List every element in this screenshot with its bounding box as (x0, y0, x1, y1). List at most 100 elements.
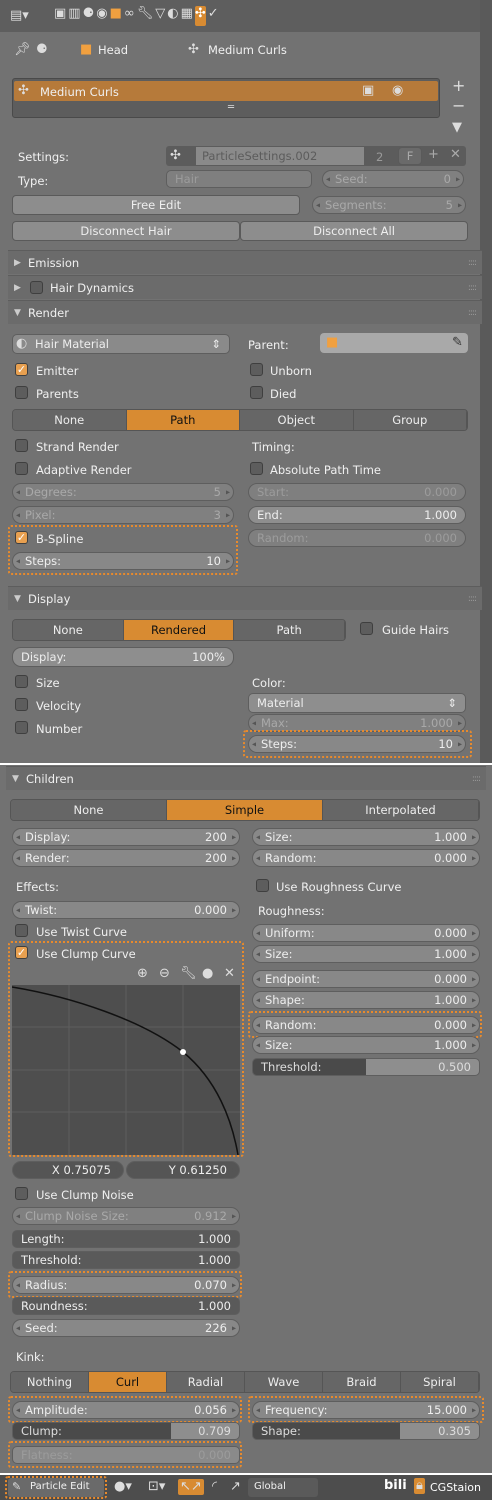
clump-length-field[interactable]: Length: 1.000 (12, 1230, 240, 1248)
modifiers-icon[interactable]: 🔧︎ (137, 6, 154, 26)
pivot-icon[interactable]: ⊡▾ (148, 1479, 165, 1495)
degrees-field[interactable]: Degrees:5 (12, 483, 234, 501)
display-mode-path[interactable]: Path (234, 620, 345, 640)
guide-hairs-checkbox[interactable] (360, 622, 373, 635)
free-edit-button[interactable]: Free Edit (12, 195, 300, 215)
chevron-down-icon[interactable]: ▼ (452, 120, 462, 136)
close-icon[interactable]: ✕ (450, 147, 461, 163)
pin-icon[interactable]: 📌︎ (14, 42, 31, 58)
strand-render-checkbox[interactable] (15, 439, 28, 452)
kink-mode-selector[interactable]: Nothing Curl Radial Wave Braid Spiral (10, 1371, 480, 1393)
roughness-size-field[interactable]: Size:1.000 (252, 1036, 480, 1054)
editor-type-icon[interactable]: ▤▾ (10, 8, 29, 24)
absolute-path-time-checkbox[interactable] (250, 462, 263, 475)
kink-clump-field[interactable]: Clump: 0.709 (12, 1422, 240, 1440)
size-checkbox[interactable] (15, 675, 28, 688)
add-icon[interactable]: + (452, 78, 465, 94)
disconnect-all-button[interactable]: Disconnect All (240, 221, 468, 241)
unborn-checkbox[interactable] (250, 363, 263, 376)
emission-panel-header[interactable]: ▶ Emission:::: (8, 250, 482, 274)
clump-threshold-field[interactable]: Threshold: 1.000 (12, 1251, 240, 1269)
kink-mode-curl[interactable]: Curl (89, 1372, 167, 1392)
kink-shape-field[interactable]: Shape: 0.305 (252, 1422, 480, 1440)
kink-mode-braid[interactable]: Braid (323, 1372, 401, 1392)
render-panel-header[interactable]: ▼ Render:::: (8, 300, 482, 324)
children-seed-field[interactable]: Seed:226 (12, 1319, 240, 1337)
material-icon[interactable]: ◐ (167, 6, 178, 26)
physics-icon[interactable]: ✓ (208, 6, 219, 26)
kink-mode-spiral[interactable]: Spiral (401, 1372, 479, 1392)
render-layers-icon[interactable]: ▥ (68, 6, 80, 26)
velocity-checkbox[interactable] (15, 698, 28, 711)
children-random-field[interactable]: Random:0.000 (252, 849, 480, 867)
children-mode-none[interactable]: None (11, 800, 167, 820)
twist-field[interactable]: Twist:0.000 (12, 901, 240, 919)
particles-icon[interactable]: ✣ (194, 6, 206, 26)
display-mode-rendered[interactable]: Rendered (123, 620, 235, 640)
viewport-shading-icon[interactable]: ●▾ (114, 1479, 132, 1495)
number-checkbox[interactable] (15, 721, 28, 734)
timing-random-field[interactable]: Random: 0.000 (248, 529, 466, 547)
pixel-field[interactable]: Pixel:3 (12, 506, 234, 524)
fake-user-button[interactable]: F (398, 147, 422, 165)
uniform-size-field[interactable]: Size:1.000 (252, 945, 480, 963)
children-render-field[interactable]: Render:200 (12, 849, 240, 867)
use-clump-noise-checkbox[interactable] (15, 1187, 28, 1200)
children-mode-interpolated[interactable]: Interpolated (323, 800, 479, 820)
scale-icon[interactable]: ↗ (230, 1479, 241, 1495)
eyedropper-icon[interactable]: ✎ (452, 335, 463, 351)
render-mode-object[interactable]: Object (240, 410, 354, 430)
curve-y-field[interactable]: Y 0.61250 (126, 1161, 240, 1179)
roughness-threshold-field[interactable]: Threshold: 0.500 (252, 1058, 480, 1076)
render-icon[interactable]: ▣ (54, 6, 66, 26)
type-dropdown[interactable]: Hair (166, 170, 312, 188)
uniform-field[interactable]: Uniform:0.000 (252, 924, 480, 942)
hair-dynamics-panel-header[interactable]: ▶ Hair Dynamics:::: (8, 275, 482, 299)
disconnect-hair-button[interactable]: Disconnect Hair (12, 221, 240, 241)
display-mode-none[interactable]: None (13, 620, 124, 640)
orientation-label[interactable]: Global (254, 1481, 286, 1492)
scrollbar[interactable] (480, 0, 492, 763)
display-mode-selector[interactable]: None Rendered Path (12, 619, 346, 641)
clump-noise-size-field[interactable]: Clump Noise Size:0.912 (12, 1207, 240, 1225)
render-mode-selector[interactable]: None Path Object Group (12, 409, 468, 431)
emitter-checkbox[interactable]: ✓ (15, 363, 28, 376)
display-panel-header[interactable]: ▼ Display:::: (8, 586, 482, 610)
render-mode-none[interactable]: None (13, 410, 127, 430)
curve-x-field[interactable]: X 0.75075 (12, 1161, 124, 1179)
endpoint-field[interactable]: Endpoint:0.000 (252, 970, 480, 988)
material-dropdown[interactable]: Hair Material ⇕ (12, 334, 230, 354)
adaptive-render-checkbox[interactable] (15, 462, 28, 475)
parents-checkbox[interactable] (15, 386, 28, 399)
color-dropdown[interactable]: Material ⇕ (248, 693, 466, 713)
children-panel-header[interactable]: ▼ Children:::: (6, 766, 486, 790)
segments-field[interactable]: Segments:5 (312, 196, 466, 214)
scene-icon[interactable]: ⚈ (83, 6, 95, 26)
constraints-icon[interactable]: ∞ (124, 6, 135, 26)
remove-icon[interactable]: − (452, 98, 465, 114)
eye-icon[interactable]: ◉ (392, 83, 403, 99)
resize-grip-icon[interactable]: ═ (228, 100, 234, 116)
render-mode-group[interactable]: Group (353, 410, 467, 430)
use-twist-curve-checkbox[interactable] (15, 924, 28, 937)
roundness-field[interactable]: Roundness: 1.000 (12, 1297, 240, 1315)
children-mode-simple[interactable]: Simple (167, 800, 323, 820)
world-icon[interactable]: ◉ (96, 6, 107, 26)
data-icon[interactable]: ▽ (155, 6, 165, 26)
children-size-field[interactable]: Size:1.000 (252, 828, 480, 846)
endpoint-shape-field[interactable]: Shape:1.000 (252, 991, 480, 1009)
parent-field[interactable] (320, 333, 468, 353)
manipulator-icon[interactable]: ↖↗ (178, 1479, 204, 1495)
add-icon[interactable]: + (428, 147, 439, 163)
rotate-icon[interactable]: ◜ (212, 1479, 217, 1495)
kink-mode-wave[interactable]: Wave (245, 1372, 323, 1392)
settings-name[interactable]: ParticleSettings.002 (196, 147, 364, 165)
users-count[interactable]: 2 (376, 150, 383, 164)
render-toggle-icon[interactable]: ▣ (362, 83, 374, 99)
hair-dynamics-checkbox[interactable] (30, 281, 43, 294)
texture-icon[interactable]: ▦ (181, 6, 193, 26)
seed-field[interactable]: Seed:0 (322, 170, 464, 188)
children-display-field[interactable]: Display:200 (12, 828, 240, 846)
timing-start-field[interactable]: Start: 0.000 (248, 483, 466, 501)
died-checkbox[interactable] (250, 386, 263, 399)
